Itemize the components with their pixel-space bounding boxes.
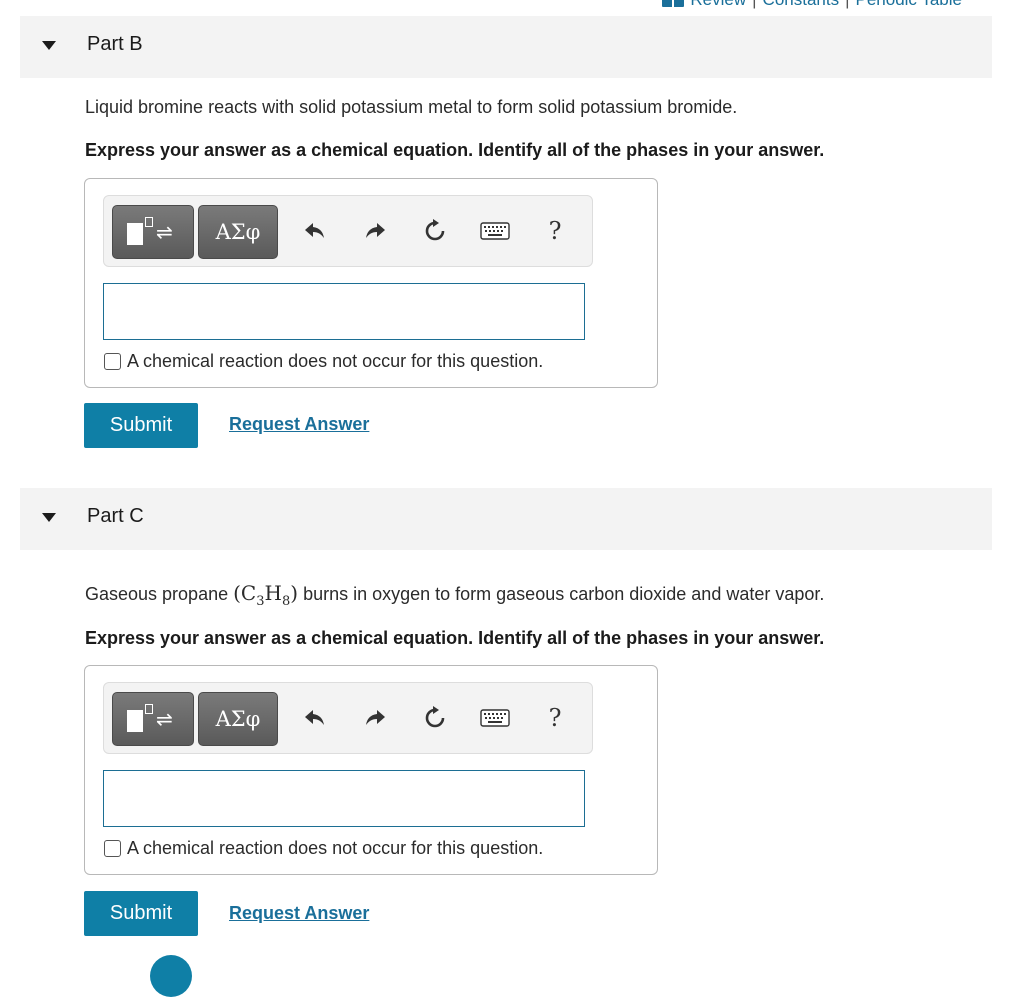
undo-icon[interactable] [298,214,332,248]
undo-icon[interactable] [298,701,332,735]
no-reaction-label: A chemical reaction does not occur for t… [127,838,544,858]
review-link[interactable]: Review [690,0,746,10]
link-separator: | [845,0,849,10]
keyboard-icon[interactable] [478,214,512,248]
feedback-circle-icon[interactable] [150,955,192,997]
part-c-header[interactable]: Part C [20,488,992,550]
equation-input[interactable] [103,770,585,827]
prompt-text-before: Gaseous propane [85,584,234,604]
question-prompt: Liquid bromine reacts with solid potassi… [85,97,738,117]
math-toolbar: ⇌ ΑΣφ ? [103,682,593,754]
part-title: Part B [87,33,143,55]
no-reaction-checkbox[interactable] [104,353,121,370]
submit-button[interactable]: Submit [84,403,198,448]
part-b-header[interactable]: Part B [20,16,992,78]
answer-box: ⇌ ΑΣφ ? A chemical reaction does not occ… [84,665,658,875]
periodic-table-link[interactable]: Periodic Table [856,0,962,10]
question-prompt: Gaseous propane (C3H8) burns in oxygen t… [85,581,824,609]
request-answer-link[interactable]: Request Answer [229,903,369,924]
reset-icon[interactable] [418,701,452,735]
book-icon [662,0,685,7]
templates-button[interactable]: ⇌ [112,205,194,259]
help-button[interactable]: ? [538,214,572,248]
constants-link[interactable]: Constants [763,0,840,10]
submit-button[interactable]: Submit [84,891,198,936]
collapse-triangle-icon[interactable] [42,513,56,522]
templates-icon: ⇌ [123,214,183,250]
math-toolbar: ⇌ ΑΣφ ? [103,195,593,267]
top-links: Review | Constants | Periodic Table [662,0,962,10]
reset-icon[interactable] [418,214,452,248]
part-title: Part C [87,505,144,527]
request-answer-link[interactable]: Request Answer [229,414,369,435]
templates-button[interactable]: ⇌ [112,692,194,746]
no-reaction-option[interactable]: A chemical reaction does not occur for t… [104,351,543,372]
prompt-text-after: burns in oxygen to form gaseous carbon d… [298,584,825,604]
propane-formula: (C3H8) [233,581,299,609]
help-button[interactable]: ? [538,701,572,735]
greek-symbols-button[interactable]: ΑΣφ [198,692,278,746]
redo-icon[interactable] [358,214,392,248]
templates-icon: ⇌ [123,701,183,737]
no-reaction-option[interactable]: A chemical reaction does not occur for t… [104,838,543,859]
equation-input[interactable] [103,283,585,340]
answer-box: ⇌ ΑΣφ ? A chemical reaction does not occ… [84,178,658,388]
no-reaction-label: A chemical reaction does not occur for t… [127,351,544,371]
link-separator: | [752,0,756,10]
collapse-triangle-icon[interactable] [42,41,56,50]
no-reaction-checkbox[interactable] [104,840,121,857]
answer-instruction: Express your answer as a chemical equati… [85,140,825,160]
greek-symbols-button[interactable]: ΑΣφ [198,205,278,259]
keyboard-icon[interactable] [478,701,512,735]
answer-instruction: Express your answer as a chemical equati… [85,628,825,648]
redo-icon[interactable] [358,701,392,735]
